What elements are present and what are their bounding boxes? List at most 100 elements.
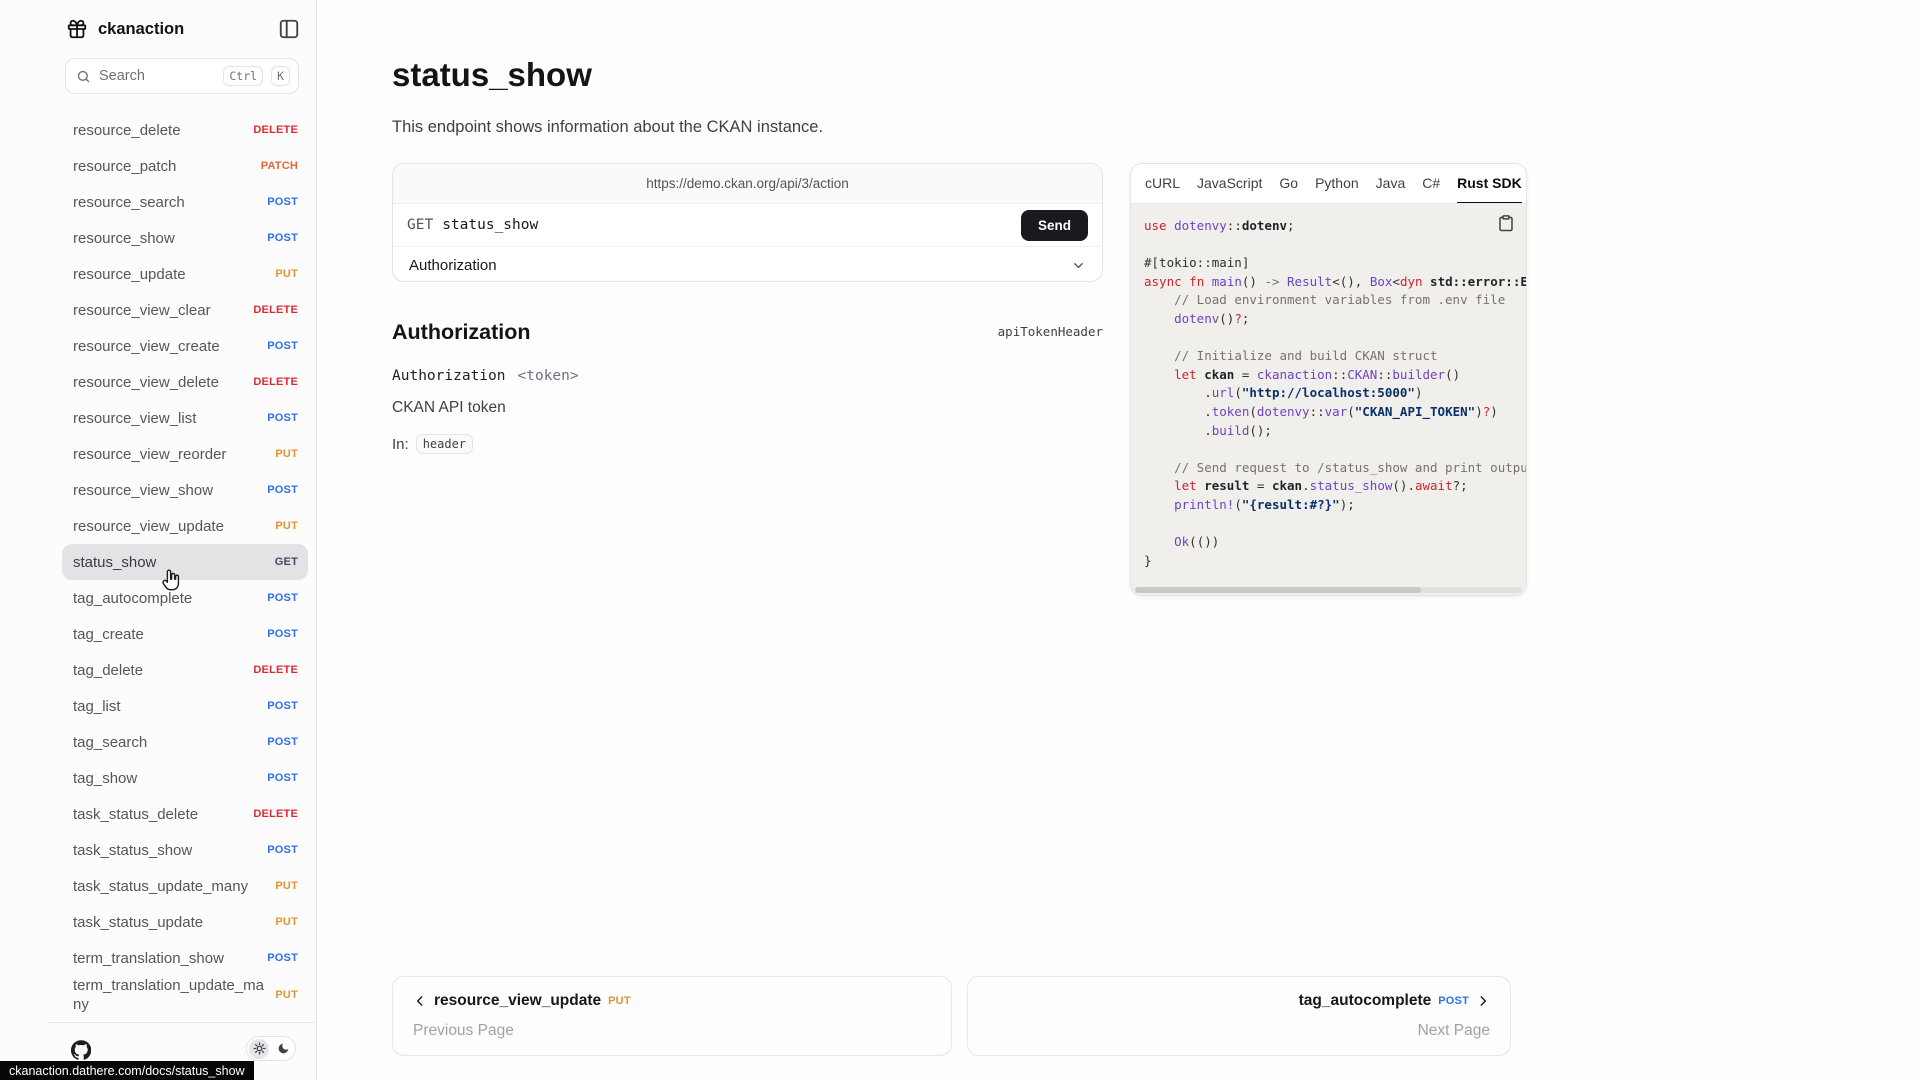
method-badge: POST bbox=[267, 592, 298, 604]
sidebar-item-label: resource_view_reorder bbox=[73, 445, 226, 464]
sidebar-item-resource_search[interactable]: resource_search POST bbox=[62, 184, 308, 220]
sidebar-item-task_status_delete[interactable]: task_status_deleteDELETE bbox=[62, 796, 308, 832]
tab-rust-sdk[interactable]: Rust SDK bbox=[1457, 164, 1522, 204]
auth-heading: Authorization bbox=[392, 320, 531, 345]
page-description: This endpoint shows information about th… bbox=[392, 118, 823, 137]
status-link-preview: ckanaction.dathere.com/docs/status_show bbox=[0, 1061, 254, 1080]
search-icon bbox=[76, 69, 91, 84]
playground-auth-row[interactable]: Authorization bbox=[393, 246, 1102, 282]
send-button[interactable]: Send bbox=[1021, 210, 1088, 241]
method-badge: POST bbox=[267, 736, 298, 748]
code-sample-panel: cURL JavaScript Go Python Java C# Rust SDK use… bbox=[1130, 163, 1527, 596]
code-area: use dotenvy::dotenv; #[tokio::main]async… bbox=[1131, 204, 1526, 595]
code-line: Ok(()) bbox=[1144, 533, 1526, 552]
sidebar-item-task_status_show[interactable]: task_status_showPOST bbox=[62, 832, 308, 868]
code-block: use dotenvy::dotenv; #[tokio::main]async… bbox=[1144, 217, 1526, 585]
sidebar-item-label: task_status_show bbox=[73, 841, 192, 860]
sidebar-item-resource_update[interactable]: resource_updatePUT bbox=[62, 256, 308, 292]
theme-toggle[interactable] bbox=[246, 1036, 296, 1061]
sidebar-item-resource_view_create[interactable]: resource_view_createPOST bbox=[62, 328, 308, 364]
auth-in-badge: header bbox=[416, 434, 473, 454]
sidebar-item-resource_view_list[interactable]: resource_view_list POST bbox=[62, 400, 308, 436]
sidebar-item-label: task_status_delete bbox=[73, 805, 198, 824]
sidebar-item-label: tag_show bbox=[73, 769, 137, 788]
sidebar-item-label: resource_view_list bbox=[73, 409, 196, 428]
sidebar-item-resource_show[interactable]: resource_showPOST bbox=[62, 220, 308, 256]
copy-icon[interactable] bbox=[1497, 214, 1515, 232]
auth-param-value: <token> bbox=[518, 368, 579, 384]
sidebar-item-resource_view_delete[interactable]: resource_view_deleteDELETE bbox=[62, 364, 308, 400]
sidebar-collapse-icon[interactable] bbox=[278, 18, 300, 40]
tab-go[interactable]: Go bbox=[1279, 164, 1298, 204]
auth-param-row: Authorization <token> bbox=[392, 368, 579, 384]
sidebar-item-resource_view_reorder[interactable]: resource_view_reorder PUT bbox=[62, 436, 308, 472]
github-icon[interactable] bbox=[71, 1040, 91, 1060]
next-page-method: POST bbox=[1438, 995, 1469, 1007]
sidebar-item-resource_view_show[interactable]: resource_view_showPOST bbox=[62, 472, 308, 508]
sidebar-item-label: resource_delete bbox=[73, 121, 181, 140]
code-line: // Load environment variables from .env … bbox=[1144, 291, 1526, 310]
code-line: let result = ckan.status_show().await?; bbox=[1144, 477, 1526, 496]
method-badge: PUT bbox=[275, 916, 298, 928]
tab-python[interactable]: Python bbox=[1315, 164, 1359, 204]
method-badge: DELETE bbox=[253, 304, 298, 316]
search-input[interactable]: Search Ctrl K bbox=[65, 58, 299, 94]
sidebar-item-tag_delete[interactable]: tag_deleteDELETE bbox=[62, 652, 308, 688]
auth-description: CKAN API token bbox=[392, 399, 506, 417]
previous-page-card[interactable]: resource_view_update PUT Previous Page bbox=[392, 976, 952, 1056]
auth-in-row: In: header bbox=[392, 434, 473, 454]
sidebar-item-task_status_update_many[interactable]: task_status_update_many PUT bbox=[62, 868, 308, 904]
dark-mode-moon-icon[interactable] bbox=[273, 1039, 293, 1059]
code-line: .token(dotenvy::var("CKAN_API_TOKEN")?) bbox=[1144, 403, 1526, 422]
sidebar-item-label: resource_search bbox=[73, 193, 185, 212]
chevron-down-icon bbox=[1071, 258, 1086, 273]
sidebar-item-label: resource_show bbox=[73, 229, 175, 248]
light-mode-sun-icon[interactable] bbox=[249, 1039, 269, 1059]
next-page-card[interactable]: tag_autocomplete POST Next Page bbox=[967, 976, 1511, 1056]
method-badge: POST bbox=[267, 196, 298, 208]
next-page-label: tag_autocomplete bbox=[1299, 992, 1432, 1010]
sidebar-item-term_translation_show[interactable]: term_translation_showPOST bbox=[62, 940, 308, 976]
sidebar-item-term_translation_update_many[interactable]: term_translation_update_manyPUT bbox=[62, 976, 308, 1014]
sidebar-item-tag_create[interactable]: tag_createPOST bbox=[62, 616, 308, 652]
request-path: status_show bbox=[442, 217, 538, 233]
prev-page-sub: Previous Page bbox=[413, 1022, 514, 1040]
code-tabs: cURL JavaScript Go Python Java C# Rust SDK bbox=[1131, 164, 1526, 204]
method-badge: PUT bbox=[275, 880, 298, 892]
sidebar-item-label: resource_view_show bbox=[73, 481, 213, 500]
sidebar-item-resource_view_update[interactable]: resource_view_updatePUT bbox=[62, 508, 308, 544]
sidebar-item-label: resource_view_create bbox=[73, 337, 220, 356]
sidebar-item-task_status_update[interactable]: task_status_updatePUT bbox=[62, 904, 308, 940]
tab-javascript[interactable]: JavaScript bbox=[1197, 164, 1262, 204]
playground-url-bar: https://demo.ckan.org/api/3/action bbox=[393, 164, 1102, 204]
sidebar-item-tag_search[interactable]: tag_searchPOST bbox=[62, 724, 308, 760]
sidebar-item-resource_delete[interactable]: resource_deleteDELETE bbox=[62, 112, 308, 148]
playground-request-row: GET status_show Send bbox=[393, 204, 1102, 246]
auth-in-label: In: bbox=[392, 436, 409, 453]
sidebar-item-tag_show[interactable]: tag_showPOST bbox=[62, 760, 308, 796]
sidebar-item-resource_view_clear[interactable]: resource_view_clearDELETE bbox=[62, 292, 308, 328]
tab-java[interactable]: Java bbox=[1376, 164, 1406, 204]
tab-curl[interactable]: cURL bbox=[1145, 164, 1180, 204]
sidebar-item-tag_autocomplete[interactable]: tag_autocompletePOST bbox=[62, 580, 308, 616]
method-badge: PUT bbox=[275, 989, 298, 1001]
method-badge: PUT bbox=[275, 448, 298, 460]
prev-page-label: resource_view_update bbox=[434, 992, 601, 1010]
sidebar-item-resource_patch[interactable]: resource_patchPATCH bbox=[62, 148, 308, 184]
sidebar-item-label: status_show bbox=[73, 553, 156, 572]
page-title: status_show bbox=[392, 56, 592, 94]
code-line: use dotenvy::dotenv; bbox=[1144, 217, 1526, 236]
code-line: dotenv()?; bbox=[1144, 310, 1526, 329]
sidebar-item-tag_list[interactable]: tag_listPOST bbox=[62, 688, 308, 724]
method-badge: POST bbox=[267, 412, 298, 424]
sidebar-item-label: task_status_update_many bbox=[73, 877, 248, 896]
scrollbar-thumb[interactable] bbox=[1135, 587, 1421, 593]
sidebar: ckanaction Search Ctrl K resource_delete… bbox=[0, 0, 317, 1080]
horizontal-scrollbar[interactable] bbox=[1135, 587, 1522, 593]
auth-param-name: Authorization bbox=[392, 368, 506, 384]
base-url: https://demo.ckan.org/api/3/action bbox=[646, 176, 849, 191]
tab-c-[interactable]: C# bbox=[1422, 164, 1440, 204]
code-line: // Initialize and build CKAN struct bbox=[1144, 347, 1526, 366]
sidebar-item-status_show[interactable]: status_showGET bbox=[62, 544, 308, 580]
method-badge: DELETE bbox=[253, 376, 298, 388]
